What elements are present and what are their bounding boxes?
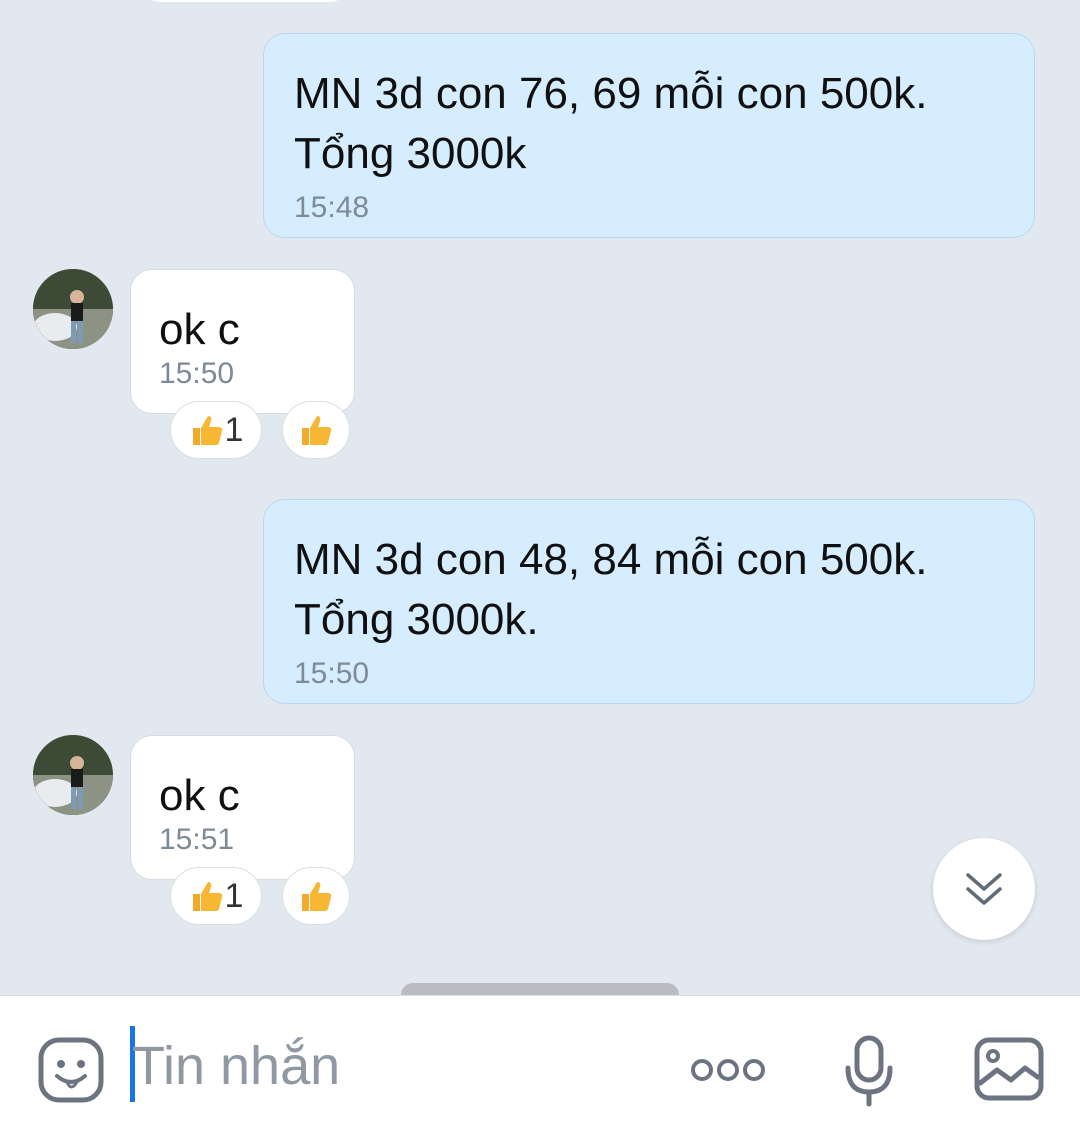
- contact-avatar[interactable]: [33, 735, 113, 815]
- add-reaction-button[interactable]: [282, 401, 350, 459]
- chat-area[interactable]: MN 3d con 76, 69 mỗi con 500k. Tổng 3000…: [0, 0, 1080, 995]
- thumbs-up-icon: [192, 882, 222, 911]
- thumbs-up-icon: [302, 416, 332, 445]
- outgoing-message-bubble[interactable]: MN 3d con 76, 69 mỗi con 500k. Tổng 3000…: [263, 33, 1035, 238]
- message-text-line: Tổng 3000k: [294, 129, 527, 178]
- more-options-icon[interactable]: [690, 1056, 766, 1084]
- message-text: MN 3d con 48, 84 mỗi con 500k. Tổng 3000…: [294, 530, 1004, 650]
- message-time: 15:50: [294, 657, 370, 690]
- incoming-message-bubble[interactable]: ok c 15:50: [130, 269, 355, 414]
- reaction-count-badge[interactable]: 1: [170, 867, 262, 925]
- message-composer: Tin nhắn: [0, 995, 1080, 1138]
- avatar-photo: [33, 735, 113, 815]
- add-reaction-button[interactable]: [282, 867, 350, 925]
- reaction-count: 1: [224, 876, 244, 915]
- scroll-to-bottom-button[interactable]: [933, 838, 1035, 940]
- message-time: 15:50: [159, 357, 235, 390]
- incoming-message-bubble[interactable]: ok c 15:51: [130, 735, 355, 880]
- double-chevron-down-icon: [966, 873, 1002, 905]
- message-text: ok c: [159, 305, 240, 354]
- message-text-line: Tổng 3000k.: [294, 595, 539, 644]
- thumbs-up-icon: [302, 882, 332, 911]
- thumbs-up-icon: [192, 416, 222, 445]
- message-text-line: MN 3d con 76, 69 mỗi con 500k.: [294, 69, 928, 118]
- sticker-icon[interactable]: [37, 1036, 105, 1104]
- message-time: 15:48: [294, 191, 370, 224]
- message-time: 15:51: [159, 823, 235, 856]
- message-text-line: MN 3d con 48, 84 mỗi con 500k.: [294, 535, 928, 584]
- reaction-count-badge[interactable]: 1: [170, 401, 262, 459]
- message-input[interactable]: Tin nhắn: [132, 1036, 340, 1096]
- previous-message-stub: [145, 0, 345, 2]
- avatar-photo: [33, 269, 113, 349]
- contact-avatar[interactable]: [33, 269, 113, 349]
- reaction-count: 1: [224, 410, 244, 449]
- message-text: MN 3d con 76, 69 mỗi con 500k. Tổng 3000…: [294, 64, 1004, 184]
- message-text: ok c: [159, 771, 240, 820]
- microphone-icon[interactable]: [843, 1034, 895, 1108]
- outgoing-message-bubble[interactable]: MN 3d con 48, 84 mỗi con 500k. Tổng 3000…: [263, 499, 1035, 704]
- image-icon[interactable]: [973, 1036, 1045, 1102]
